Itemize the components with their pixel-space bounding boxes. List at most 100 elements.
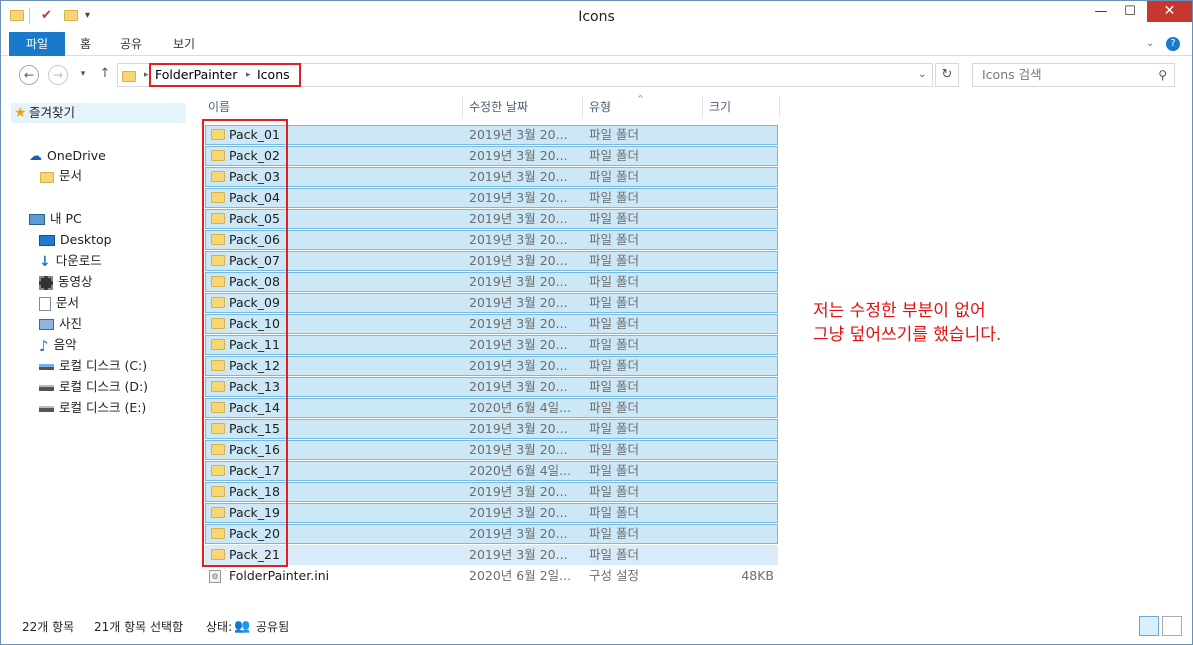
search-icon[interactable]: ⚲ <box>1158 64 1167 86</box>
large-icons-view-icon[interactable] <box>1162 616 1182 636</box>
column-header-type[interactable]: 유형 <box>589 96 611 118</box>
forward-button[interactable]: → <box>48 65 68 85</box>
file-row[interactable]: Pack_21 2019년 3월 20... 파일 폴더 <box>205 545 778 565</box>
file-row[interactable]: Pack_14 2020년 6월 4일... 파일 폴더 <box>205 398 778 418</box>
file-date: 2019년 3월 20... <box>469 211 568 226</box>
file-row[interactable]: Pack_08 2019년 3월 20... 파일 폴더 <box>205 272 778 292</box>
tab-file[interactable]: 파일 <box>9 32 65 56</box>
tab-share[interactable]: 공유 <box>120 32 142 56</box>
folder-icon <box>40 167 54 187</box>
column-separator[interactable] <box>702 96 703 118</box>
file-row[interactable]: Pack_17 2020년 6월 4일... 파일 폴더 <box>205 461 778 481</box>
explorer-window: ✔ ▾ Icons — ☐ ✕ 파일 홈 공유 보기 ⌄ ? ← → ▾ ↑ ▸… <box>0 0 1193 645</box>
file-row[interactable]: Pack_07 2019년 3월 20... 파일 폴더 <box>205 251 778 271</box>
file-type: 파일 폴더 <box>589 295 639 310</box>
file-type: 구성 설정 <box>589 568 639 583</box>
column-separator[interactable] <box>582 96 583 118</box>
computer-icon <box>29 214 45 225</box>
navigation-pane: ★ 즐겨찾기 ☁ OneDrive 문서 내 PC Desktop ↓ 다운로드 동… <box>1 96 191 611</box>
column-header-date[interactable]: 수정한 날짜 <box>469 96 528 118</box>
file-row[interactable]: Pack_05 2019년 3월 20... 파일 폴더 <box>205 209 778 229</box>
tab-view[interactable]: 보기 <box>173 32 195 56</box>
nav-label: 음악 <box>53 337 77 352</box>
close-button[interactable]: ✕ <box>1147 1 1192 22</box>
file-row[interactable]: Pack_20 2019년 3월 20... 파일 폴더 <box>205 524 778 544</box>
file-date: 2019년 3월 20... <box>469 274 568 289</box>
search-input[interactable]: Icons 검색 ⚲ <box>972 63 1175 87</box>
details-view-icon[interactable] <box>1139 616 1159 636</box>
title-bar: ✔ ▾ Icons — ☐ ✕ <box>1 1 1192 31</box>
file-date: 2019년 3월 20... <box>469 190 568 205</box>
nav-documents[interactable]: 문서 <box>39 293 79 313</box>
file-row[interactable]: Pack_04 2019년 3월 20... 파일 폴더 <box>205 188 778 208</box>
column-separator[interactable] <box>462 96 463 118</box>
nav-onedrive[interactable]: ☁ OneDrive <box>29 146 106 166</box>
file-row[interactable]: Pack_13 2019년 3월 20... 파일 폴더 <box>205 377 778 397</box>
maximize-button[interactable]: ☐ <box>1115 1 1145 23</box>
picture-icon <box>39 319 54 330</box>
chevron-down-icon[interactable]: ⌄ <box>918 64 926 86</box>
document-icon <box>39 296 51 311</box>
file-type: 파일 폴더 <box>589 358 639 373</box>
file-row[interactable]: Pack_12 2019년 3월 20... 파일 폴더 <box>205 356 778 376</box>
nav-pictures[interactable]: 사진 <box>39 314 82 334</box>
column-header-name[interactable]: 이름 <box>208 96 230 118</box>
file-row[interactable]: ⚙ FolderPainter.ini 2020년 6월 2일... 구성 설정… <box>205 566 778 586</box>
nav-downloads[interactable]: ↓ 다운로드 <box>39 251 102 271</box>
file-row[interactable]: Pack_16 2019년 3월 20... 파일 폴더 <box>205 440 778 460</box>
nav-onedrive-documents[interactable]: 문서 <box>40 166 82 186</box>
nav-videos[interactable]: 동영상 <box>39 272 93 292</box>
search-placeholder: Icons 검색 <box>982 67 1042 82</box>
nav-this-pc[interactable]: 내 PC <box>29 209 82 229</box>
nav-music[interactable]: ♪ 음악 <box>39 335 77 355</box>
file-type: 파일 폴더 <box>589 484 639 499</box>
file-date: 2019년 3월 20... <box>469 358 568 373</box>
column-separator[interactable] <box>779 96 780 118</box>
file-type: 파일 폴더 <box>589 232 639 247</box>
file-row[interactable]: Pack_02 2019년 3월 20... 파일 폴더 <box>205 146 778 166</box>
file-type: 파일 폴더 <box>589 337 639 352</box>
nav-drive-c[interactable]: 로컬 디스크 (C:) <box>39 356 147 376</box>
file-row[interactable]: Pack_11 2019년 3월 20... 파일 폴더 <box>205 335 778 355</box>
star-icon: ★ <box>14 105 27 121</box>
file-row[interactable]: Pack_03 2019년 3월 20... 파일 폴더 <box>205 167 778 187</box>
file-row[interactable]: Pack_15 2019년 3월 20... 파일 폴더 <box>205 419 778 439</box>
file-date: 2019년 3월 20... <box>469 316 568 331</box>
file-size: 48KB <box>741 568 774 583</box>
tab-home[interactable]: 홈 <box>80 32 91 56</box>
nav-favorites[interactable]: ★ 즐겨찾기 <box>11 103 186 123</box>
file-row[interactable]: Pack_09 2019년 3월 20... 파일 폴더 <box>205 293 778 313</box>
nav-drive-e[interactable]: 로컬 디스크 (E:) <box>39 398 146 418</box>
state-label: 상태: <box>206 620 233 634</box>
nav-desktop[interactable]: Desktop <box>39 230 112 250</box>
recent-locations-icon[interactable]: ▾ <box>73 65 93 85</box>
file-row[interactable]: Pack_10 2019년 3월 20... 파일 폴더 <box>205 314 778 334</box>
file-date: 2019년 3월 20... <box>469 148 568 163</box>
file-date: 2019년 3월 20... <box>469 421 568 436</box>
file-type: 파일 폴더 <box>589 316 639 331</box>
file-type: 파일 폴더 <box>589 253 639 268</box>
refresh-icon[interactable]: ↻ <box>935 63 959 87</box>
state-value: 공유됨 <box>256 620 290 634</box>
ribbon: 파일 홈 공유 보기 ⌄ ? <box>1 32 1192 56</box>
file-row[interactable]: Pack_18 2019년 3월 20... 파일 폴더 <box>205 482 778 502</box>
names-highlight-box <box>202 119 288 567</box>
chevron-right-icon[interactable]: ▸ <box>144 64 149 86</box>
nav-drive-d[interactable]: 로컬 디스크 (D:) <box>39 377 148 397</box>
up-button[interactable]: ↑ <box>95 65 115 85</box>
ribbon-expand-icon[interactable]: ⌄ <box>1146 32 1154 56</box>
file-type: 파일 폴더 <box>589 421 639 436</box>
file-row[interactable]: Pack_06 2019년 3월 20... 파일 폴더 <box>205 230 778 250</box>
nav-label: 내 PC <box>50 211 82 226</box>
back-button[interactable]: ← <box>19 65 39 85</box>
film-icon <box>39 275 53 290</box>
file-date: 2019년 3월 20... <box>469 547 568 562</box>
column-header-size[interactable]: 크기 <box>709 96 731 118</box>
download-icon: ↓ <box>39 253 51 270</box>
file-type: 파일 폴더 <box>589 463 639 478</box>
minimize-button[interactable]: — <box>1086 1 1116 23</box>
file-row[interactable]: Pack_19 2019년 3월 20... 파일 폴더 <box>205 503 778 523</box>
file-row[interactable]: Pack_01 2019년 3월 20... 파일 폴더 <box>205 125 778 145</box>
file-date: 2019년 3월 20... <box>469 379 568 394</box>
help-icon[interactable]: ? <box>1166 37 1180 51</box>
